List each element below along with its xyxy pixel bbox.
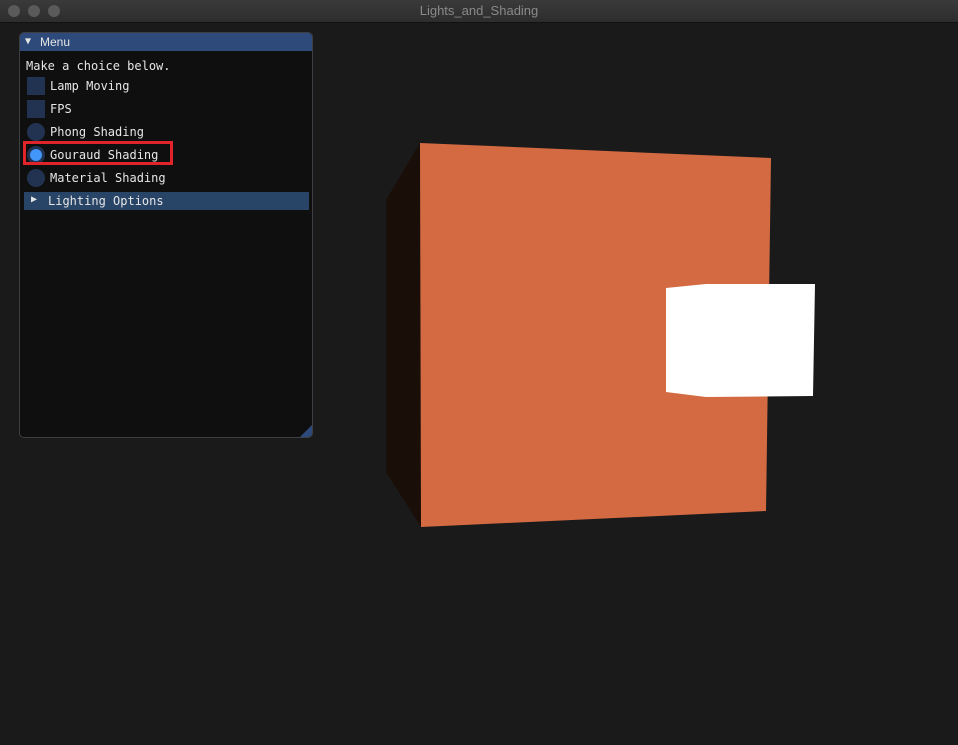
phong-shading-label[interactable]: Phong Shading (50, 125, 144, 139)
cube-side-face (386, 143, 421, 527)
phong-shading-radio[interactable] (27, 123, 45, 141)
lighting-options-header[interactable]: ▶ Lighting Options (24, 192, 309, 210)
lamp-cube (666, 284, 815, 397)
window-title: Lights_and_Shading (419, 3, 539, 18)
material-shading-radio[interactable] (27, 169, 45, 187)
fps-checkbox[interactable] (27, 100, 45, 118)
title-bar: Lights_and_Shading (0, 0, 958, 23)
triangle-right-icon[interactable]: ▶ (31, 194, 37, 205)
menu-header[interactable]: ▼ Menu (20, 33, 312, 51)
resize-grip-icon[interactable] (300, 425, 312, 437)
app-window: Lights_and_Shading ▼ Menu Make a choice … (0, 0, 958, 745)
triangle-down-icon[interactable]: ▼ (25, 33, 31, 51)
lamp-moving-label[interactable]: Lamp Moving (50, 79, 129, 93)
lamp-moving-checkbox[interactable] (27, 77, 45, 95)
fps-label[interactable]: FPS (50, 102, 72, 116)
menu-title: Menu (40, 35, 71, 49)
menu-instruction: Make a choice below. (26, 59, 171, 73)
material-shading-label[interactable]: Material Shading (50, 171, 166, 185)
selection-highlight-box (23, 141, 173, 165)
menu-panel[interactable]: ▼ Menu Make a choice below. Lamp Moving … (19, 32, 313, 438)
lighting-options-label[interactable]: Lighting Options (48, 194, 164, 208)
